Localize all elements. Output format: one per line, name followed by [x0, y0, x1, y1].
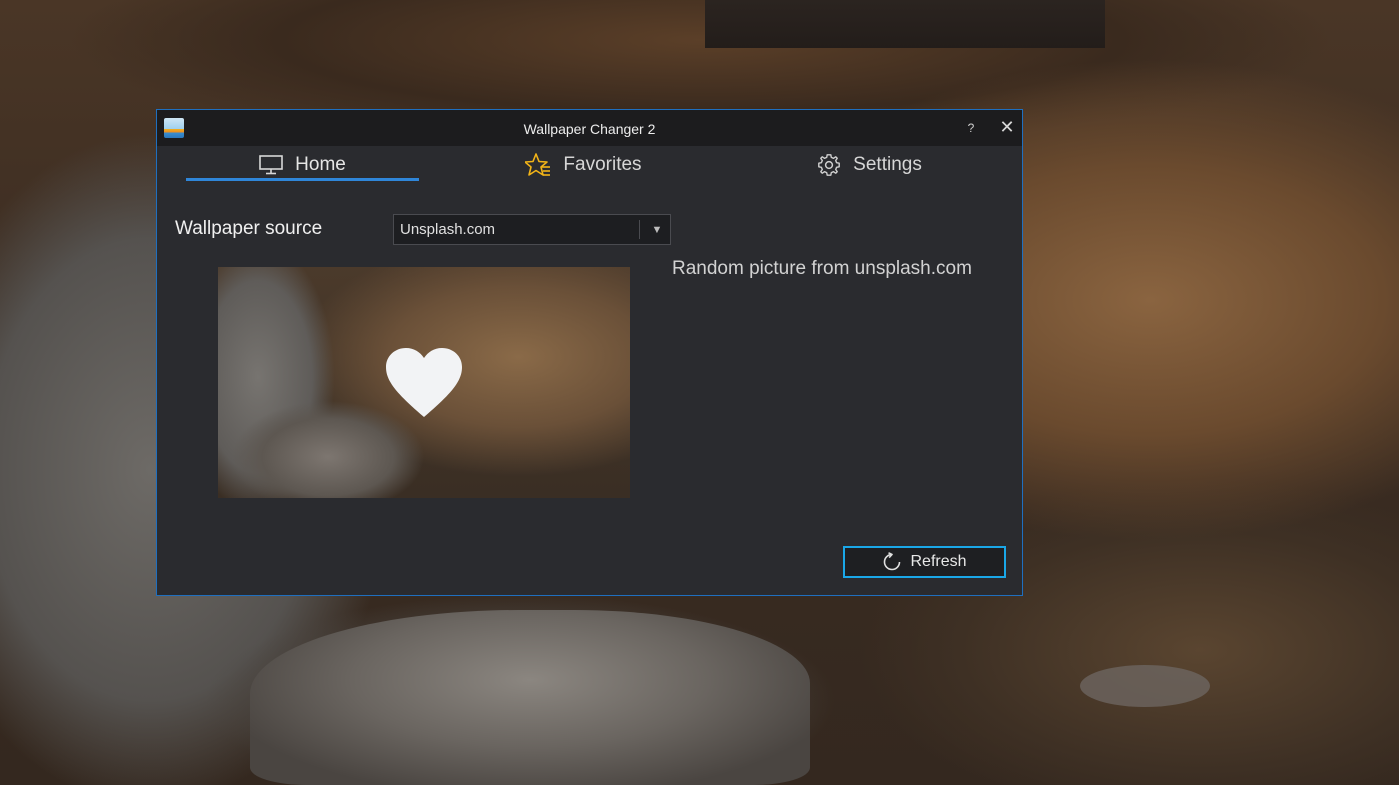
title-bar[interactable]: Wallpaper Changer 2 ? ✕	[157, 110, 1022, 146]
help-button[interactable]: ?	[963, 119, 979, 137]
refresh-button[interactable]: Refresh	[843, 546, 1006, 578]
wallpaper-source-value: Unsplash.com	[400, 221, 496, 238]
tab-settings-label: Settings	[853, 154, 922, 175]
monitor-icon	[259, 155, 283, 175]
tab-home[interactable]: Home	[186, 148, 419, 182]
heart-icon[interactable]	[384, 347, 464, 419]
tab-home-label: Home	[295, 154, 346, 175]
gear-icon	[818, 154, 841, 176]
tab-settings[interactable]: Settings	[753, 148, 986, 182]
star-list-icon	[525, 153, 551, 176]
app-window: Wallpaper Changer 2 ? ✕ Home Favorites S…	[156, 109, 1023, 596]
select-separator	[639, 220, 640, 239]
source-description: Random picture from unsplash.com	[672, 258, 972, 279]
wallpaper-source-select[interactable]: Unsplash.com ▼	[393, 214, 671, 245]
desktop-rock-shape	[250, 610, 810, 785]
refresh-icon	[884, 552, 901, 571]
tab-favorites-label: Favorites	[563, 154, 642, 175]
active-tab-indicator	[186, 178, 419, 181]
close-button[interactable]: ✕	[997, 117, 1017, 137]
chevron-down-icon[interactable]: ▼	[646, 215, 668, 244]
wallpaper-source-label: Wallpaper source	[175, 218, 323, 239]
tab-favorites[interactable]: Favorites	[467, 148, 700, 182]
wallpaper-preview	[218, 267, 630, 498]
window-title: Wallpaper Changer 2	[523, 121, 656, 137]
desktop-house-shape	[705, 0, 1105, 48]
desktop-puddle-shape	[1080, 665, 1210, 707]
refresh-label: Refresh	[910, 553, 967, 570]
